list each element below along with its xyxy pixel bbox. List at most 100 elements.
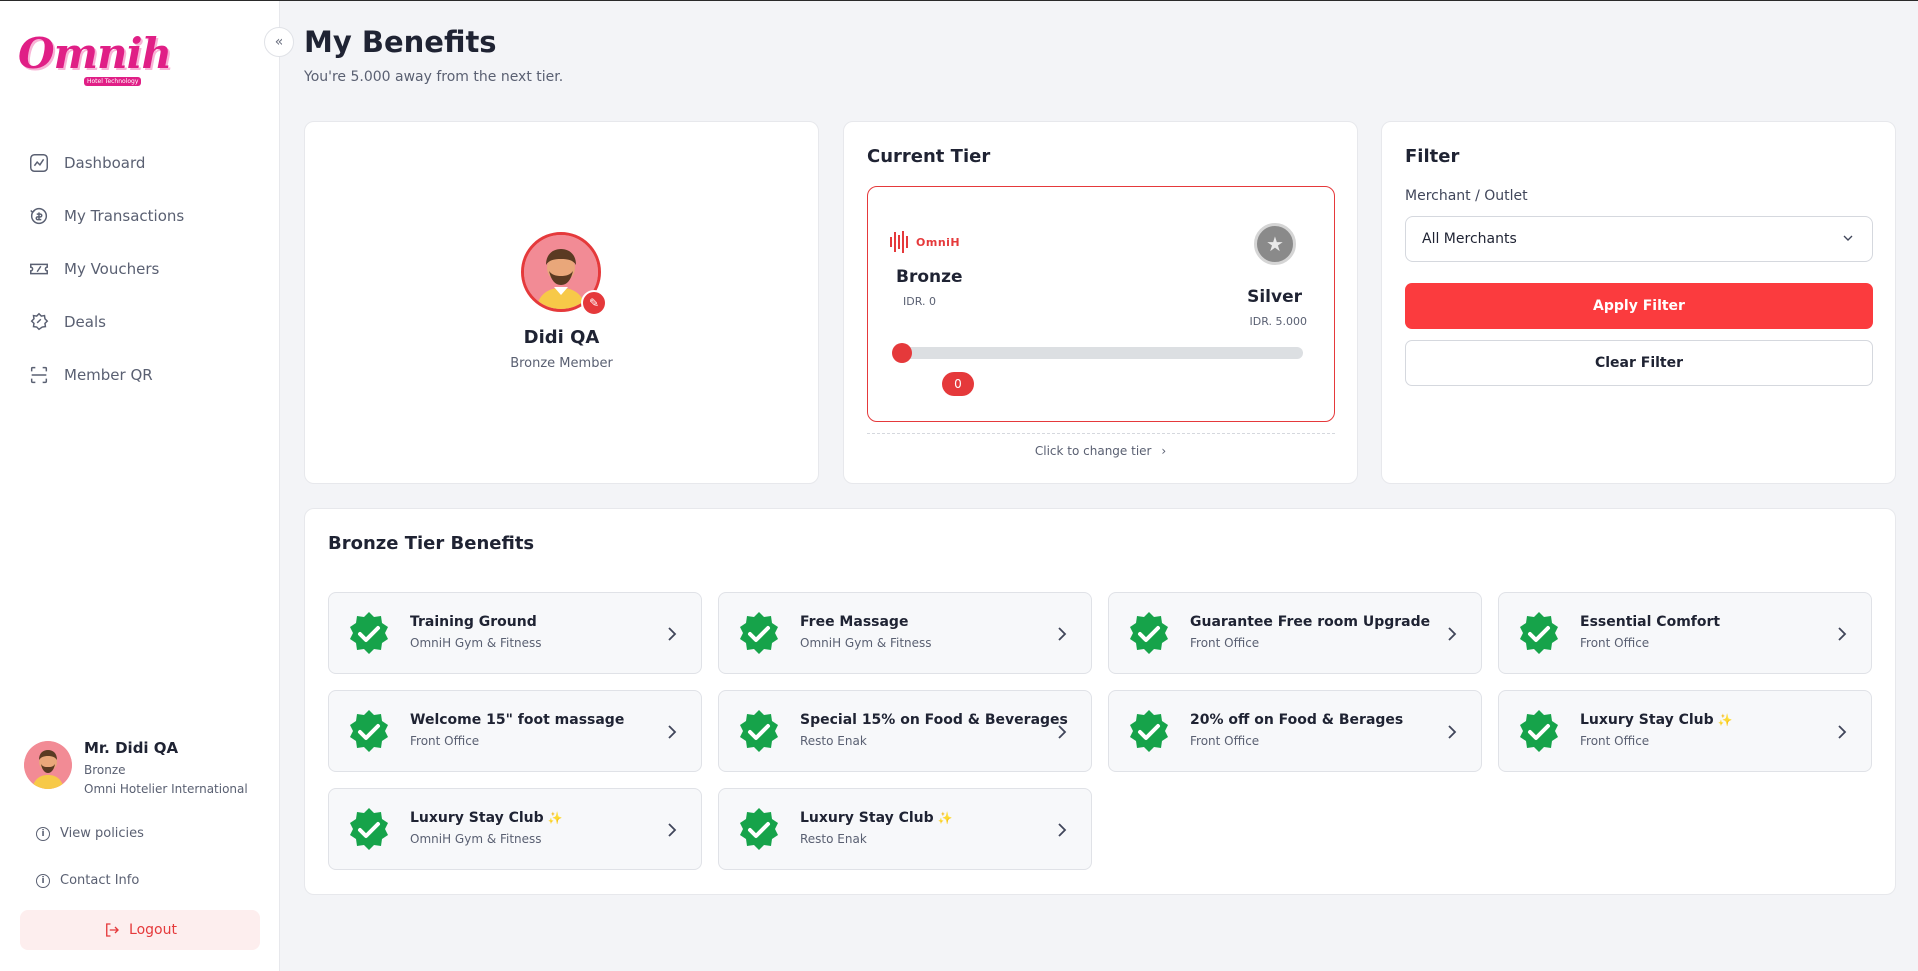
logout-button[interactable]: Logout	[20, 910, 260, 950]
benefit-subtitle: OmniH Gym & Fitness	[410, 636, 542, 650]
chevron-right-icon	[668, 823, 677, 837]
benefit-title: Special 15% on Food & Beverages	[800, 712, 1068, 728]
tier-benefits-card: Bronze Tier Benefits Training Ground Omni…	[304, 508, 1896, 895]
contact-info-link[interactable]: i Contact Info	[36, 873, 139, 888]
benefit-item[interactable]: 20% off on Food & Berages Front Office	[1108, 690, 1482, 772]
verified-check-icon	[1520, 612, 1558, 654]
current-tier-card: Current Tier OmniH Bronze IDR. 0 ★ Silve…	[843, 121, 1358, 484]
info-icon: i	[36, 873, 50, 888]
benefit-item[interactable]: Guarantee Free room Upgrade Front Office	[1108, 592, 1482, 674]
verified-check-icon	[740, 710, 778, 752]
verified-check-icon	[740, 612, 778, 654]
chart-line-icon	[30, 153, 48, 172]
chevron-down-icon	[1843, 235, 1853, 241]
logo-subtext: Hotel Technology	[84, 77, 142, 86]
next-tier-amount: IDR. 5.000	[1249, 315, 1307, 328]
double-chevron-left-icon: «	[274, 34, 284, 50]
benefit-subtitle: Resto Enak	[800, 832, 867, 846]
benefit-item[interactable]: Essential Comfort Front Office	[1498, 592, 1872, 674]
sidebar-item-my-vouchers[interactable]: My Vouchers	[28, 242, 268, 295]
benefit-item[interactable]: Welcome 15" foot massage Front Office	[328, 690, 702, 772]
benefit-item[interactable]: Free Massage OmniH Gym & Fitness	[718, 592, 1092, 674]
benefit-item[interactable]: Luxury Stay Club ✨ Resto Enak	[718, 788, 1092, 870]
tier-progress-value: 0	[942, 372, 974, 396]
brand-logo: OmniH	[890, 231, 960, 253]
benefit-title: Free Massage	[800, 614, 908, 630]
voucher-icon	[30, 263, 48, 274]
change-tier-link[interactable]: Click to change tier ›	[844, 444, 1357, 458]
next-tier-name: Silver	[1247, 287, 1302, 307]
user-name: Mr. Didi QA	[84, 739, 179, 757]
sidebar-item-label: Dashboard	[64, 153, 146, 172]
benefit-subtitle: Front Office	[1190, 636, 1260, 650]
benefit-title-text: Luxury Stay Club	[800, 810, 934, 826]
benefit-title-text: Luxury Stay Club	[1580, 712, 1714, 728]
benefit-subtitle: Resto Enak	[800, 734, 867, 748]
star-badge-icon: ★	[1254, 223, 1296, 265]
benefit-title: Guarantee Free room Upgrade	[1190, 614, 1430, 630]
info-icon: i	[36, 826, 50, 841]
sidebar-item-dashboard[interactable]: Dashboard	[28, 136, 268, 189]
change-tier-label: Click to change tier	[1034, 444, 1152, 458]
sidebar: Omnih Hotel Technology Dashboard My Tran…	[0, 1, 280, 971]
benefit-item[interactable]: Special 15% on Food & Beverages Resto Ena…	[718, 690, 1092, 772]
benefit-title-text: Essential Comfort	[1580, 614, 1721, 630]
soundwave-icon	[890, 231, 910, 253]
benefit-subtitle: OmniH Gym & Fitness	[800, 636, 932, 650]
clear-filter-button[interactable]: Clear Filter	[1405, 340, 1873, 386]
logo-text: Omnih	[18, 29, 172, 78]
tier-progress-knob	[892, 343, 912, 363]
omnih-logo[interactable]: Omnih Hotel Technology	[18, 29, 172, 91]
user-organization: Omni Hotelier International	[84, 782, 248, 796]
edit-avatar-button[interactable]: ✎	[581, 290, 607, 316]
benefit-item[interactable]: Training Ground OmniH Gym & Fitness	[328, 592, 702, 674]
current-tier-name: Bronze	[896, 267, 963, 287]
logout-label: Logout	[129, 922, 177, 938]
page-subtitle: You're 5.000 away from the next tier.	[304, 69, 564, 85]
sidebar-user-profile[interactable]: Mr. Didi QA Bronze Omni Hotelier Interna…	[24, 739, 264, 801]
benefit-title-text: Welcome 15" foot massage	[410, 712, 625, 728]
verified-check-icon	[1130, 710, 1168, 752]
qr-scan-icon	[30, 366, 48, 383]
apply-filter-button[interactable]: Apply Filter	[1405, 283, 1873, 329]
benefit-subtitle: OmniH Gym & Fitness	[410, 832, 542, 846]
benefit-item[interactable]: Luxury Stay Club ✨ Front Office	[1498, 690, 1872, 772]
pencil-icon: ✎	[588, 296, 600, 310]
benefit-title: Luxury Stay Club ✨	[1580, 712, 1733, 728]
chevron-right-icon	[1838, 627, 1847, 641]
sidebar-item-my-transactions[interactable]: My Transactions	[28, 189, 268, 242]
chevron-right-icon	[1448, 725, 1457, 739]
verified-check-icon	[1130, 612, 1168, 654]
merchant-select[interactable]: All Merchants	[1405, 216, 1873, 262]
current-tier-amount: IDR. 0	[903, 295, 936, 308]
sparkle-icon: ✨	[547, 811, 563, 825]
benefit-title: Essential Comfort	[1580, 614, 1720, 630]
benefit-title: 20% off on Food & Berages	[1190, 712, 1403, 728]
benefits-grid: Training Ground OmniH Gym & Fitness Free M…	[328, 592, 1874, 870]
benefit-title-text: Special 15% on Food & Beverages	[800, 712, 1068, 728]
filter-title: Filter	[1405, 146, 1460, 167]
avatar	[24, 741, 72, 789]
chevron-right-icon	[1058, 725, 1067, 739]
deals-icon	[30, 312, 49, 330]
benefit-subtitle: Front Office	[1190, 734, 1260, 748]
sidebar-item-deals[interactable]: Deals	[28, 295, 268, 348]
brand-logo-text: OmniH	[916, 235, 961, 249]
transactions-icon	[30, 207, 48, 224]
view-policies-link[interactable]: i View policies	[36, 826, 144, 841]
user-avatar-illustration	[24, 741, 72, 789]
benefit-item[interactable]: Luxury Stay Club ✨ OmniH Gym & Fitness	[328, 788, 702, 870]
collapse-sidebar-button[interactable]: «	[264, 27, 294, 57]
verified-check-icon	[740, 808, 778, 850]
tier-progress-box: OmniH Bronze IDR. 0 ★ Silver IDR. 5.000 …	[867, 186, 1335, 422]
filter-card: Filter Merchant / Outlet All Merchants A…	[1381, 121, 1896, 484]
sidebar-item-label: My Vouchers	[64, 259, 160, 278]
chevron-right-icon	[1058, 823, 1067, 837]
chevron-right-icon: ›	[1161, 444, 1167, 458]
profile-member-tier: Bronze Member	[510, 356, 613, 371]
benefit-title: Training Ground	[410, 614, 537, 630]
profile-card: ✎ Didi QA Bronze Member	[304, 121, 819, 484]
view-policies-label: View policies	[60, 826, 144, 841]
sidebar-item-member-qr[interactable]: Member QR	[28, 348, 268, 401]
merchant-select-value: All Merchants	[1422, 231, 1517, 247]
